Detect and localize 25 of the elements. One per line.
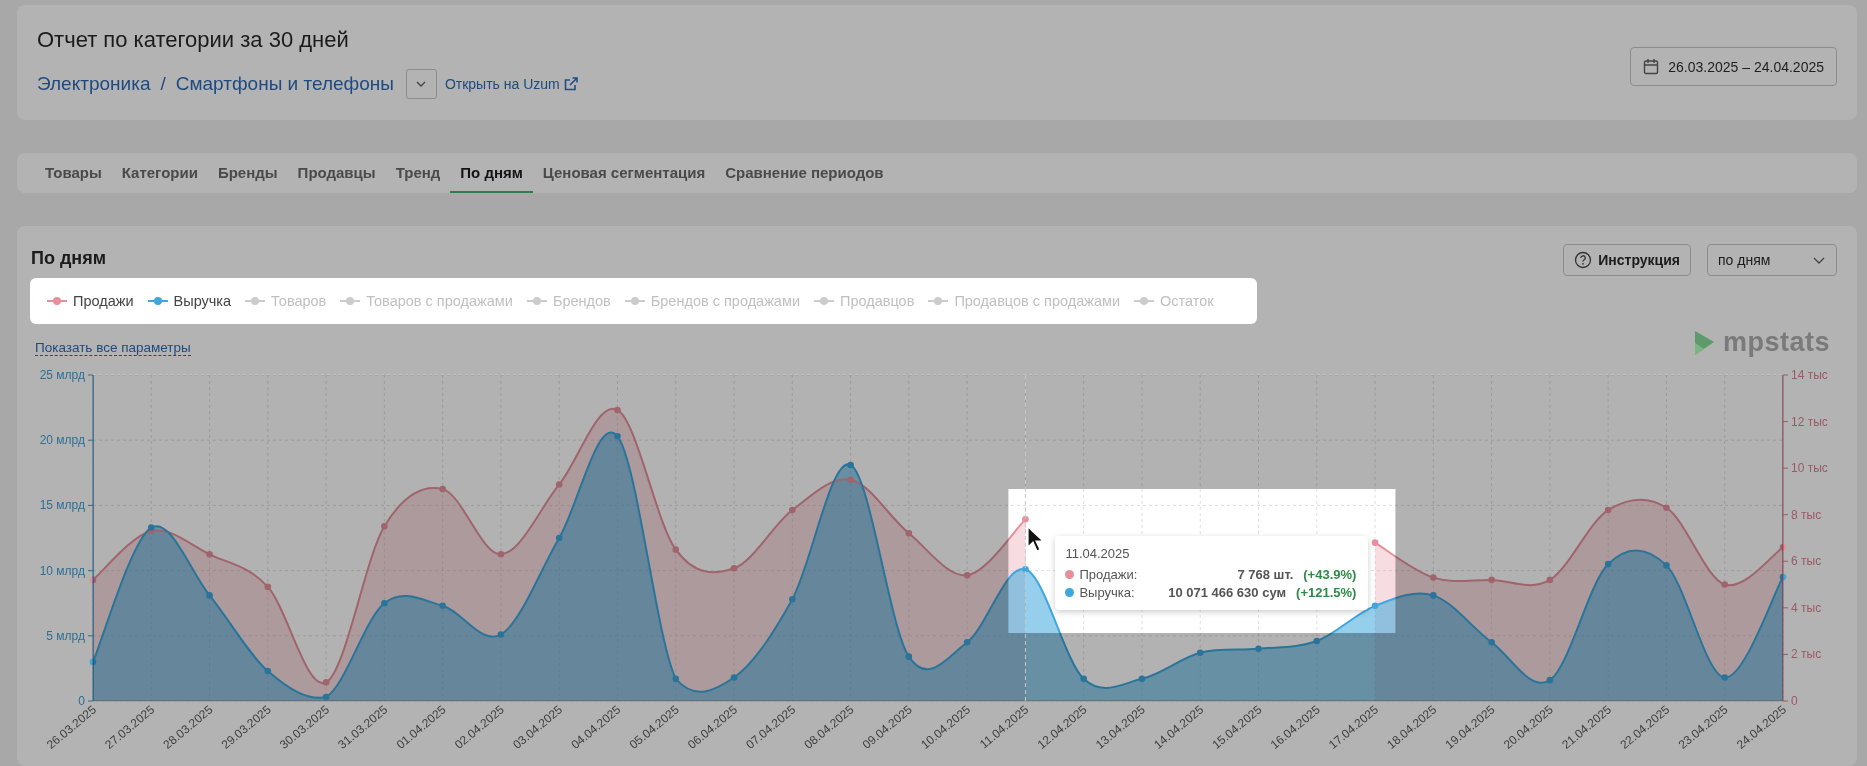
- logo-text: mpstats: [1722, 327, 1830, 358]
- axis-tick-label: 15 млрд: [39, 498, 85, 513]
- tooltip-date: 11.04.2025: [1065, 546, 1131, 561]
- tooltip-change: (+121.5%): [1296, 585, 1357, 600]
- breadcrumb-separator: /: [160, 73, 166, 95]
- axis-tick-label: 6 тыс: [1791, 554, 1822, 569]
- axis-tick-label: 0: [78, 694, 85, 708]
- tooltip-label: Выручка:: [1079, 585, 1136, 600]
- axis-tick-label: 20 млрд: [39, 433, 85, 448]
- tooltip-value: 10 071 466 630 сум: [1168, 585, 1287, 600]
- axis-tick-label: 12 тыс: [1791, 414, 1828, 429]
- axis-tick-label: 10 млрд: [39, 563, 85, 578]
- axis-tick-label: 2 тыс: [1791, 647, 1822, 662]
- axis-tick-label: 5 млрд: [46, 628, 85, 643]
- tooltip-value: 7 768 шт.: [1237, 567, 1294, 582]
- axis-tick-label: 0: [1791, 694, 1798, 708]
- tooltip-change: (+43.9%): [1303, 567, 1357, 582]
- axis-tick-label: 14 тыс: [1791, 368, 1828, 382]
- axis-tick-label: 4 тыс: [1791, 600, 1822, 615]
- tooltip-label: Продажи:: [1079, 567, 1139, 582]
- axis-tick-label: 25 млрд: [39, 368, 85, 382]
- section-title: По дням: [31, 248, 107, 270]
- axis-tick-label: 10 тыс: [1791, 461, 1828, 476]
- page-title: Отчет по категории за 30 дней: [37, 27, 350, 53]
- axis-tick-label: 8 тыс: [1791, 507, 1822, 522]
